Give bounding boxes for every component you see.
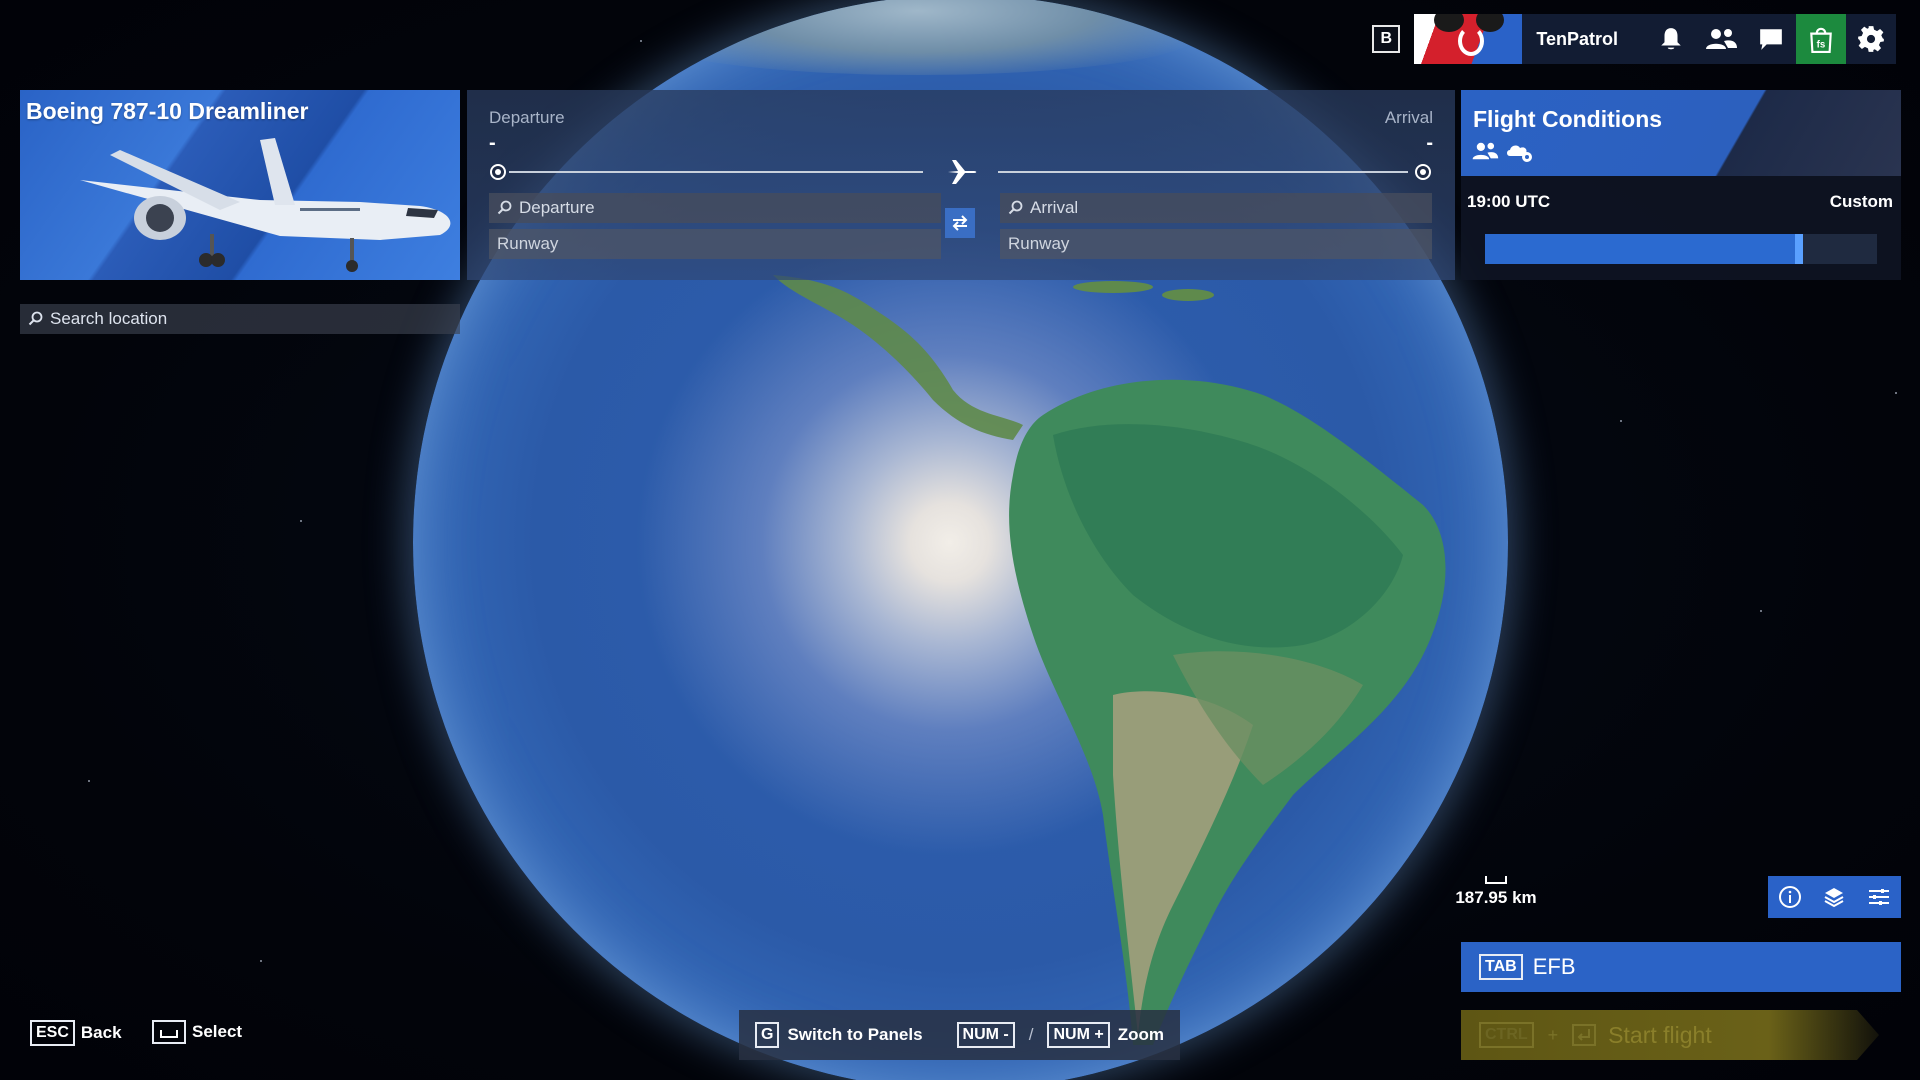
start-flight-button[interactable]: CTRL + Start flight bbox=[1461, 1010, 1879, 1060]
multiplayer-icon bbox=[1472, 142, 1499, 160]
switch-to-panels-label[interactable]: Switch to Panels bbox=[787, 1025, 922, 1045]
search-icon bbox=[28, 311, 43, 326]
aircraft-image bbox=[80, 138, 451, 272]
key-b-hint[interactable]: B bbox=[1372, 25, 1401, 53]
start-flight-label: Start flight bbox=[1608, 1021, 1712, 1048]
select-label: Select bbox=[192, 1022, 243, 1041]
start-flight-plus: + bbox=[1547, 1024, 1559, 1045]
num-plus-key[interactable]: NUM + bbox=[1047, 1022, 1110, 1048]
num-minus-key[interactable]: NUM - bbox=[956, 1022, 1015, 1048]
time-slider-thumb[interactable] bbox=[1794, 234, 1803, 264]
profile-bar: TenPatrol fs bbox=[1414, 14, 1896, 64]
efb-label: EFB bbox=[1532, 954, 1576, 979]
arrival-input-text: Arrival bbox=[1030, 198, 1079, 217]
conditions-mode: Custom bbox=[1829, 192, 1893, 211]
swap-icon bbox=[952, 215, 968, 231]
arrival-track bbox=[998, 171, 1408, 173]
filter-icon[interactable] bbox=[1867, 885, 1891, 909]
select-hint[interactable]: Select bbox=[152, 1020, 242, 1044]
space-key-icon bbox=[152, 1020, 186, 1044]
top-bar: B TenPatrol fs bbox=[1372, 14, 1896, 64]
departure-value: - bbox=[489, 132, 496, 154]
hint-slash: / bbox=[1028, 1025, 1034, 1044]
arrival-label: Arrival bbox=[1384, 108, 1433, 127]
search-location-placeholder: Search location bbox=[50, 309, 168, 328]
time-slider[interactable] bbox=[1485, 234, 1877, 264]
arrival-runway-field[interactable]: Runway bbox=[1000, 229, 1432, 259]
flight-conditions-title: Flight Conditions bbox=[1473, 106, 1663, 132]
zoom-label: Zoom bbox=[1117, 1025, 1164, 1044]
layers-icon[interactable] bbox=[1822, 885, 1846, 909]
search-icon bbox=[1008, 200, 1023, 215]
arrival-value: - bbox=[1426, 132, 1433, 154]
arrival-node bbox=[1415, 164, 1431, 180]
search-location-input[interactable]: Search location bbox=[20, 304, 460, 334]
friends-icon[interactable] bbox=[1696, 14, 1746, 64]
arrival-search-input[interactable]: Arrival bbox=[1000, 193, 1432, 223]
username[interactable]: TenPatrol bbox=[1522, 29, 1646, 50]
chat-icon[interactable] bbox=[1746, 14, 1796, 64]
route-panel: Departure Arrival - - Departure Arrival … bbox=[467, 90, 1455, 280]
time-slider-fill bbox=[1485, 234, 1799, 264]
map-controls bbox=[1768, 876, 1901, 918]
flight-conditions-panel[interactable]: Flight Conditions 19:00 UTC Custom bbox=[1461, 90, 1901, 280]
departure-input-text: Departure bbox=[519, 198, 595, 217]
avatar[interactable] bbox=[1414, 14, 1523, 64]
bottom-hint-bar: G Switch to Panels NUM - / NUM + Zoom bbox=[739, 1010, 1180, 1060]
aircraft-card[interactable]: Boeing 787-10 Dreamliner bbox=[20, 90, 460, 280]
back-label: Back bbox=[80, 1023, 122, 1042]
map-scale: 187.95 km bbox=[1452, 876, 1540, 908]
aircraft-name: Boeing 787-10 Dreamliner bbox=[26, 98, 309, 124]
start-flight-key: CTRL bbox=[1479, 1022, 1534, 1048]
time-of-day: 19:00 UTC bbox=[1467, 192, 1551, 211]
info-icon[interactable] bbox=[1778, 885, 1802, 909]
efb-button[interactable]: TAB EFB bbox=[1461, 942, 1901, 992]
g-key: G bbox=[754, 1022, 780, 1048]
svg-text:fs: fs bbox=[1817, 40, 1826, 51]
marketplace-icon[interactable]: fs bbox=[1796, 14, 1846, 64]
departure-label: Departure bbox=[489, 108, 565, 127]
efb-key: TAB bbox=[1479, 954, 1523, 980]
departure-runway-text: Runway bbox=[497, 234, 559, 253]
departure-search-input[interactable]: Departure bbox=[489, 193, 941, 223]
departure-track bbox=[509, 171, 923, 173]
search-icon bbox=[497, 200, 512, 215]
bell-icon[interactable] bbox=[1646, 14, 1696, 64]
scale-bar bbox=[1485, 876, 1507, 884]
map-scale-text: 187.95 km bbox=[1455, 888, 1537, 907]
weather-settings-icon bbox=[1507, 145, 1532, 162]
departure-node bbox=[490, 164, 506, 180]
swap-route-button[interactable] bbox=[945, 208, 975, 238]
arrival-runway-text: Runway bbox=[1008, 234, 1070, 253]
departure-runway-field[interactable]: Runway bbox=[489, 229, 941, 259]
gear-icon[interactable] bbox=[1846, 14, 1896, 64]
back-hint[interactable]: ESC Back bbox=[30, 1020, 122, 1046]
conditions-icons bbox=[1471, 140, 1535, 164]
airplane-icon bbox=[948, 160, 977, 184]
enter-key-icon bbox=[1572, 1024, 1597, 1046]
esc-key: ESC bbox=[30, 1020, 75, 1046]
